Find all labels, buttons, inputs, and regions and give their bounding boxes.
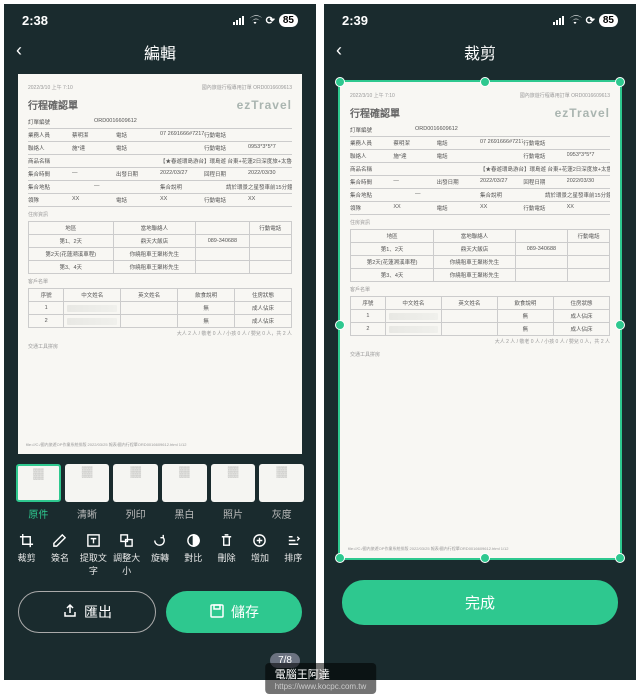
- sync-icon: ⟳: [586, 14, 595, 27]
- tool-label: 旋轉: [143, 551, 176, 564]
- document-area: 2022/3/10 上午 7:10國內旅遊行程專用訂單 ORD001660961…: [4, 74, 316, 454]
- tool-sort[interactable]: 排序: [277, 531, 310, 577]
- tool-label: 排序: [277, 551, 310, 564]
- tool-label: 裁剪: [10, 551, 43, 564]
- tool-text[interactable]: 提取文字: [77, 531, 110, 577]
- done-button[interactable]: 完成: [342, 580, 618, 625]
- filter-thumb: ░░░░░░░░░░░░░░░: [162, 464, 207, 502]
- filter-thumb: ░░░░░░░░░░░░░░░: [113, 464, 158, 502]
- contrast-icon: [177, 531, 210, 549]
- tool-label: 調整大小: [110, 551, 143, 577]
- tool-label: 對比: [177, 551, 210, 564]
- signal-icon: [553, 16, 564, 25]
- text-icon: [77, 531, 110, 549]
- filter-label: 灰度: [259, 506, 304, 521]
- phone-right: 2:39 ⟳ 85 ‹ 裁剪 2022/3/10 上午 7:10國內旅遊行程專用…: [324, 4, 636, 680]
- back-button[interactable]: ‹: [16, 40, 22, 61]
- sync-icon: ⟳: [266, 14, 275, 27]
- battery-indicator: 85: [599, 14, 618, 27]
- battery-indicator: 85: [279, 14, 298, 27]
- export-button[interactable]: 匯出: [18, 591, 156, 633]
- filter-灰度[interactable]: ░░░░░░░░░░░░░░░ 灰度: [259, 464, 304, 521]
- tool-row: 裁剪簽名提取文字調整大小旋轉對比刪除增加排序: [4, 525, 316, 581]
- screen-title: 裁剪: [464, 46, 496, 63]
- crop-handle[interactable]: [615, 77, 625, 87]
- filter-thumb: ░░░░░░░░░░░░░░░: [16, 464, 61, 502]
- filter-清晰[interactable]: ░░░░░░░░░░░░░░░ 清晰: [65, 464, 110, 521]
- crop-handle[interactable]: [335, 553, 345, 563]
- save-button[interactable]: 儲存: [166, 591, 302, 633]
- tool-delete[interactable]: 刪除: [210, 531, 243, 577]
- crop-handle[interactable]: [335, 77, 345, 87]
- watermark: 電腦王阿達 https://www.kocpc.com.tw: [265, 663, 377, 694]
- delete-icon: [210, 531, 243, 549]
- screen-title: 編輯: [144, 46, 176, 63]
- signal-icon: [233, 16, 244, 25]
- tool-add[interactable]: 增加: [243, 531, 276, 577]
- tool-label: 增加: [243, 551, 276, 564]
- status-time: 2:39: [342, 13, 368, 28]
- status-bar: 2:38 ⟳ 85: [4, 4, 316, 32]
- filter-原件[interactable]: ░░░░░░░░░░░░░░░ 原件: [16, 464, 61, 521]
- sort-icon: [277, 531, 310, 549]
- tool-label: 刪除: [210, 551, 243, 564]
- filter-label: 原件: [16, 506, 61, 521]
- tool-contrast[interactable]: 對比: [177, 531, 210, 577]
- scanned-document-crop[interactable]: 2022/3/10 上午 7:10國內旅遊行程專用訂單 ORD001660961…: [338, 80, 622, 560]
- bottom-bar: 匯出 儲存: [4, 581, 316, 651]
- tool-pen[interactable]: 簽名: [43, 531, 76, 577]
- crop-handle[interactable]: [335, 320, 345, 330]
- tool-label: 提取文字: [77, 551, 110, 577]
- tool-rotate[interactable]: 旋轉: [143, 531, 176, 577]
- scanned-document[interactable]: 2022/3/10 上午 7:10國內旅遊行程專用訂單 ORD001660961…: [18, 74, 302, 454]
- filter-label: 清晰: [65, 506, 110, 521]
- filter-row: ░░░░░░░░░░░░░░░原件░░░░░░░░░░░░░░░清晰░░░░░░…: [4, 454, 316, 525]
- filter-thumb: ░░░░░░░░░░░░░░░: [259, 464, 304, 502]
- crop-handle[interactable]: [480, 77, 490, 87]
- wifi-icon: [568, 13, 582, 28]
- add-icon: [243, 531, 276, 549]
- status-right: ⟳ 85: [553, 13, 618, 28]
- filter-thumb: ░░░░░░░░░░░░░░░: [65, 464, 110, 502]
- filter-label: 列印: [113, 506, 158, 521]
- back-button[interactable]: ‹: [336, 40, 342, 61]
- filter-thumb: ░░░░░░░░░░░░░░░: [211, 464, 256, 502]
- titlebar: ‹ 編輯: [4, 32, 316, 74]
- phone-left: 2:38 ⟳ 85 ‹ 編輯 2022/3/10 上午 7:10國內旅遊行程專用…: [4, 4, 316, 680]
- filter-列印[interactable]: ░░░░░░░░░░░░░░░ 列印: [113, 464, 158, 521]
- status-bar: 2:39 ⟳ 85: [324, 4, 636, 32]
- filter-照片[interactable]: ░░░░░░░░░░░░░░░ 照片: [211, 464, 256, 521]
- titlebar: ‹ 裁剪: [324, 32, 636, 74]
- wifi-icon: [248, 13, 262, 28]
- crop-handle[interactable]: [615, 553, 625, 563]
- save-icon: [209, 603, 225, 622]
- crop-icon: [10, 531, 43, 549]
- crop-handle[interactable]: [615, 320, 625, 330]
- filter-label: 照片: [211, 506, 256, 521]
- filter-黑白[interactable]: ░░░░░░░░░░░░░░░ 黑白: [162, 464, 207, 521]
- crop-handle[interactable]: [480, 553, 490, 563]
- pen-icon: [43, 531, 76, 549]
- filter-label: 黑白: [162, 506, 207, 521]
- tool-crop[interactable]: 裁剪: [10, 531, 43, 577]
- rotate-icon: [143, 531, 176, 549]
- status-right: ⟳ 85: [233, 13, 298, 28]
- resize-icon: [110, 531, 143, 549]
- export-icon: [62, 603, 78, 622]
- tool-resize[interactable]: 調整大小: [110, 531, 143, 577]
- status-time: 2:38: [22, 13, 48, 28]
- tool-label: 簽名: [43, 551, 76, 564]
- crop-area: 2022/3/10 上午 7:10國內旅遊行程專用訂單 ORD001660961…: [324, 74, 636, 560]
